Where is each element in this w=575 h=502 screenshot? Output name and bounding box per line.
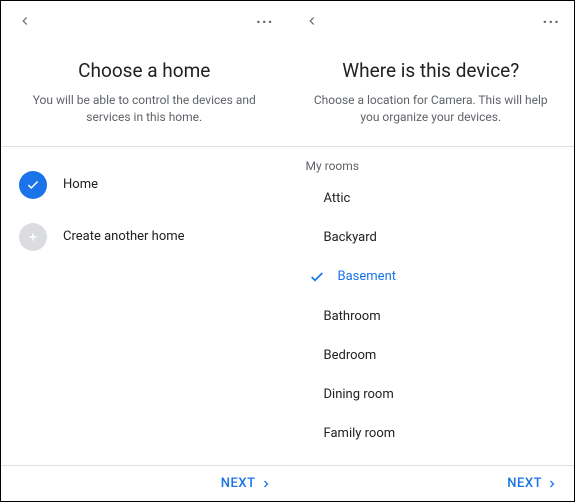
create-home-option[interactable]: Create another home: [1, 211, 288, 263]
back-button[interactable]: [15, 11, 35, 31]
room-option-bedroom[interactable]: Bedroom: [288, 336, 575, 375]
room-label: Dining room: [306, 387, 394, 402]
back-button[interactable]: [302, 11, 322, 31]
overflow-menu-button[interactable]: ···: [256, 12, 273, 31]
room-option-dining-room[interactable]: Dining room: [288, 375, 575, 414]
page-subtitle: Choose a location for Camera. This will …: [312, 92, 551, 126]
room-label: Backyard: [306, 230, 377, 245]
room-label: Family room: [306, 426, 396, 441]
choose-home-screen: ··· Choose a home You will be able to co…: [1, 1, 288, 501]
next-label: NEXT: [221, 476, 256, 491]
room-label: Basement: [338, 269, 397, 284]
chevron-left-icon: [18, 14, 32, 28]
room-option-backyard[interactable]: Backyard: [288, 218, 575, 257]
room-label: Bathroom: [306, 309, 381, 324]
title-section: Choose a home You will be able to contro…: [1, 41, 288, 146]
plus-circle-icon: [19, 223, 47, 251]
chevron-right-icon: [260, 478, 272, 490]
footer: NEXT: [288, 465, 575, 501]
check-icon: [306, 269, 328, 285]
device-location-screen: ··· Where is this device? Choose a locat…: [288, 1, 575, 501]
check-circle-icon: [19, 171, 47, 199]
room-option-bathroom[interactable]: Bathroom: [288, 297, 575, 336]
header-bar: ···: [1, 1, 288, 41]
room-label: Bedroom: [306, 348, 377, 363]
chevron-right-icon: [546, 478, 558, 490]
room-option-family-room[interactable]: Family room: [288, 414, 575, 453]
room-option-basement[interactable]: Basement: [288, 257, 575, 297]
option-label: Create another home: [63, 229, 185, 244]
next-button[interactable]: NEXT: [507, 476, 558, 491]
room-list: Attic Backyard Basement Bathroom Bedroom…: [288, 179, 575, 453]
room-scroll-area: My rooms Attic Backyard Basement Bathroo…: [288, 147, 575, 465]
section-label: My rooms: [288, 147, 575, 179]
page-title: Choose a home: [25, 59, 264, 82]
room-option-attic[interactable]: Attic: [288, 179, 575, 218]
title-section: Where is this device? Choose a location …: [288, 41, 575, 146]
footer: NEXT: [1, 465, 288, 501]
option-label: Home: [63, 177, 98, 192]
home-option[interactable]: Home: [1, 159, 288, 211]
next-label: NEXT: [507, 476, 542, 491]
header-bar: ···: [288, 1, 575, 41]
room-label: Attic: [306, 191, 351, 206]
page-title: Where is this device?: [312, 59, 551, 82]
home-options-list: Home Create another home: [1, 147, 288, 275]
chevron-left-icon: [305, 14, 319, 28]
page-subtitle: You will be able to control the devices …: [25, 92, 264, 126]
next-button[interactable]: NEXT: [221, 476, 272, 491]
overflow-menu-button[interactable]: ···: [543, 12, 560, 31]
